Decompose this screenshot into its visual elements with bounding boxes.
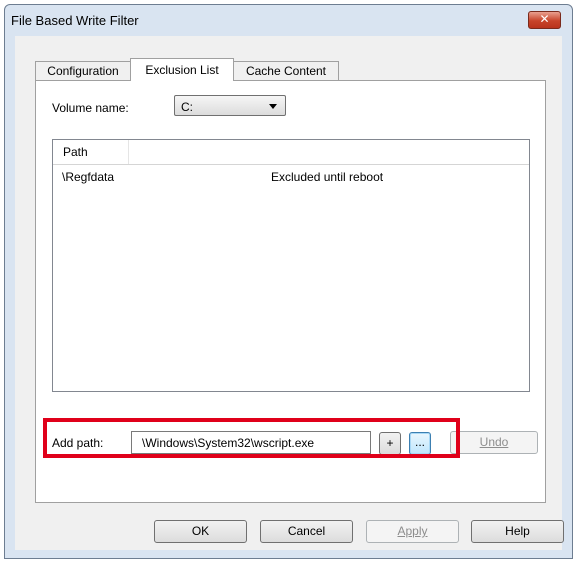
tab-label: Exclusion List [145,63,219,77]
tab-exclusion-list[interactable]: Exclusion List [130,58,234,81]
close-icon: ✕ [539,12,550,26]
list-item-status: Excluded until reboot [271,170,384,184]
list-item[interactable]: \Regfdata Excluded until reboot [53,168,529,188]
list-item-path: \Regfdata [62,170,115,184]
title-bar[interactable]: File Based Write Filter ✕ [5,5,572,35]
cancel-button[interactable]: Cancel [260,520,353,543]
apply-button[interactable]: Apply [366,520,459,543]
volume-selected-value: C: [181,100,193,114]
column-header-label: Path [63,145,88,159]
ok-button[interactable]: OK [154,520,247,543]
dialog-window: File Based Write Filter ✕ Configuration … [4,4,573,559]
tab-label: Configuration [47,64,119,78]
tab-configuration[interactable]: Configuration [35,61,131,80]
dialog-client-area: Configuration Exclusion List Cache Conte… [15,36,564,550]
exclusion-list-view[interactable]: Path \Regfdata Excluded until reboot [52,139,530,392]
tab-cache-content[interactable]: Cache Content [233,61,339,80]
cancel-button-label: Cancel [287,524,326,538]
column-header-path[interactable]: Path [53,140,129,164]
volume-name-dropdown[interactable]: C: [174,95,286,116]
window-title: File Based Write Filter [11,13,139,28]
chevron-down-icon [269,104,277,109]
volume-name-label: Volume name: [52,101,129,115]
close-button[interactable]: ✕ [528,11,561,29]
undo-button[interactable]: Undo [450,431,538,454]
add-path-highlight-box [43,418,460,458]
undo-button-label: Undo [479,435,509,449]
apply-button-label: Apply [397,524,428,538]
list-header: Path [53,140,529,165]
tab-label: Cache Content [245,64,327,78]
help-button[interactable]: Help [471,520,564,543]
help-button-label: Help [505,524,530,538]
ok-button-label: OK [191,524,210,538]
